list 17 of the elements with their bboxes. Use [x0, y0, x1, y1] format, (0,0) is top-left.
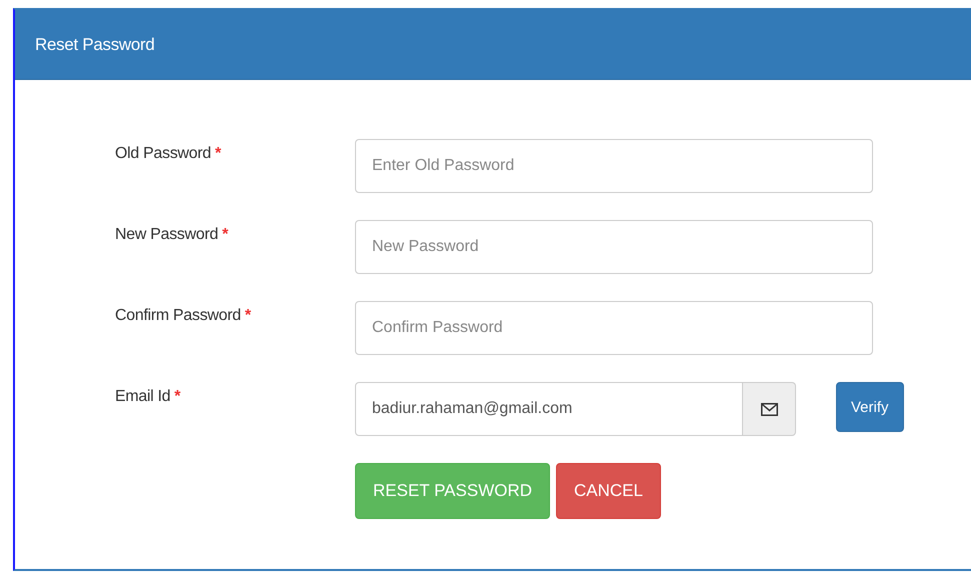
field-label: Old Password — [115, 145, 211, 162]
field-label: Email Id — [115, 388, 170, 405]
email-field[interactable]: badiur.rahaman@gmail.com — [355, 382, 743, 436]
required-asterisk: * — [222, 226, 228, 243]
password-field[interactable]: Enter Old Password — [355, 139, 873, 193]
cancel-button[interactable]: CANCEL — [556, 463, 661, 519]
required-asterisk: * — [215, 145, 221, 162]
field-label: Confirm Password — [115, 307, 241, 324]
password-field[interactable]: New Password — [355, 220, 873, 274]
required-asterisk: * — [174, 388, 180, 405]
password-field[interactable]: Confirm Password — [355, 301, 873, 355]
verify-button[interactable]: Verify — [836, 382, 904, 432]
field-label: New Password — [115, 226, 218, 243]
reset-password-button[interactable]: RESET PASSWORD — [355, 463, 550, 519]
panel-title: Reset Password — [35, 34, 155, 54]
required-asterisk: * — [244, 307, 251, 324]
envelope-icon — [760, 402, 778, 416]
